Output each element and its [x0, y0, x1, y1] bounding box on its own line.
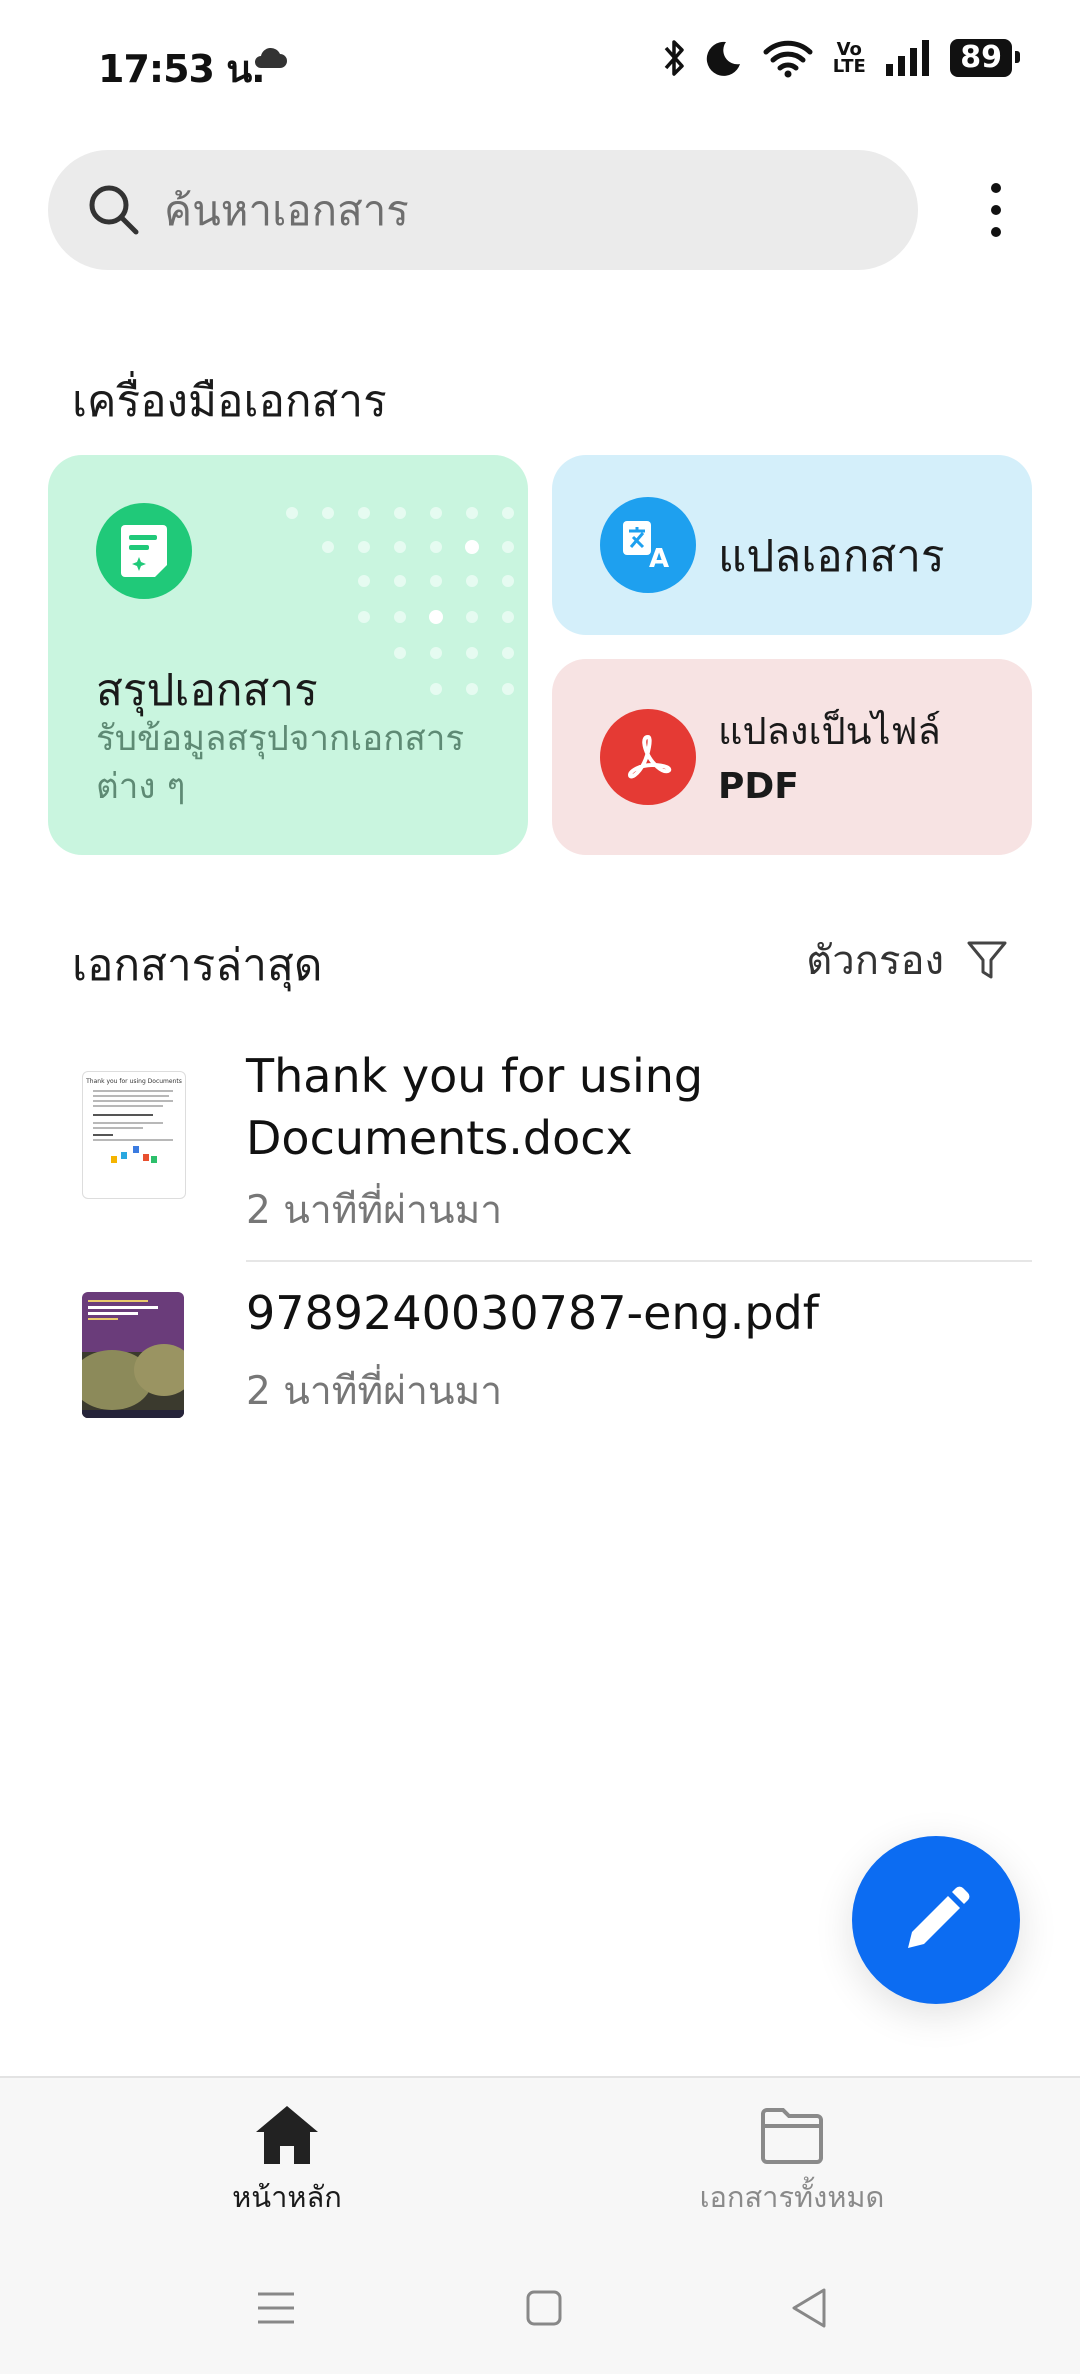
pencil-icon [908, 1886, 970, 1948]
system-navigation-bar [0, 2236, 1080, 2374]
docx-thumbnail: Thank you for using Documents [82, 1071, 186, 1199]
wifi-icon [763, 40, 813, 78]
home-square-icon[interactable] [520, 2284, 568, 2332]
nav-home[interactable]: หน้าหลัก [137, 2104, 437, 2220]
recent-documents-title: เอกสารล่าสุด [72, 940, 323, 991]
translate-icon: A [600, 497, 696, 593]
menu-icon[interactable] [252, 2284, 300, 2332]
filter-button[interactable]: ตัวกรอง [806, 928, 1008, 992]
bottom-navigation: หน้าหลัก เอกสารทั้งหมด [0, 2076, 1080, 2238]
nav-all-documents[interactable]: เอกสารทั้งหมด [642, 2104, 942, 2220]
translate-document-card[interactable]: A แปลเอกสาร [552, 455, 1032, 635]
signal-icon [886, 40, 930, 76]
translate-card-label: แปลเอกสาร [718, 531, 945, 582]
cloud-icon [255, 47, 287, 68]
document-list-item[interactable]: 9789240030787-eng.pdf 2 นาทีที่ผ่านมา [0, 1262, 1080, 1442]
battery-indicator: 89 [950, 39, 1020, 77]
search-bar[interactable] [48, 150, 918, 270]
dot-icon [991, 205, 1001, 215]
nav-home-label: หน้าหลัก [232, 2180, 342, 2214]
status-icons: Vo LTE 89 [662, 38, 1020, 78]
home-icon [256, 2106, 318, 2164]
convert-pdf-card-label: แปลงเป็นไฟล์ PDF [718, 703, 941, 815]
summary-card-description: รับข้อมูลสรุปจากเอกสารต่าง ๆ [96, 719, 465, 807]
convert-pdf-label-line2: PDF [718, 766, 799, 807]
document-name: Thank you for using Documents.docx [246, 1049, 704, 1165]
document-name: 9789240030787-eng.pdf [246, 1286, 819, 1340]
dot-icon [991, 227, 1001, 237]
document-time: 2 นาทีที่ผ่านมา [246, 1188, 503, 1233]
dots-decoration [286, 507, 514, 695]
search-input[interactable] [162, 184, 866, 236]
bluetooth-icon [664, 40, 684, 76]
filter-icon [967, 941, 1007, 979]
document-time: 2 นาทีที่ผ่านมา [246, 1369, 503, 1414]
pdf-thumbnail [82, 1292, 184, 1418]
convert-pdf-label-line1: แปลงเป็นไฟล์ [718, 709, 941, 753]
dot-icon [991, 183, 1001, 193]
document-list-item[interactable]: Thank you for using Documents Thank you … [0, 1035, 1080, 1260]
more-options-button[interactable] [962, 170, 1030, 250]
moon-icon [707, 41, 741, 76]
svg-text:A: A [649, 544, 669, 571]
summarize-document-card[interactable]: สรุปเอกสาร รับข้อมูลสรุปจากเอกสารต่าง ๆ [48, 455, 528, 855]
new-document-button[interactable] [852, 1836, 1020, 2004]
search-icon [89, 185, 139, 235]
convert-to-pdf-card[interactable]: แปลงเป็นไฟล์ PDF [552, 659, 1032, 855]
back-icon[interactable] [786, 2284, 834, 2332]
volte-icon: Vo LTE [832, 39, 866, 77]
folder-icon [761, 2108, 823, 2164]
thumbnail-content-graphic [93, 1090, 173, 1163]
tools-section-title: เครื่องมือเอกสาร [72, 376, 387, 427]
pdf-cover-graphic [82, 1292, 184, 1418]
nav-all-documents-label: เอกสารทั้งหมด [699, 2180, 885, 2214]
status-time: 17:53 น. [98, 47, 266, 91]
pdf-icon [600, 709, 696, 805]
filter-label: ตัวกรอง [806, 938, 944, 984]
summary-icon [96, 503, 192, 599]
